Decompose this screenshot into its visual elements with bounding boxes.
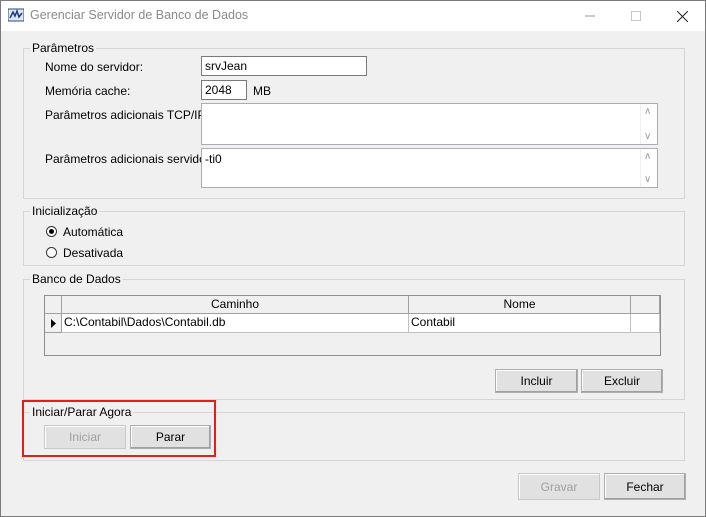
gravar-button[interactable]: Gravar: [518, 473, 600, 500]
servidor-label: Parâmetros adicionais servidor:: [45, 152, 214, 166]
incluir-button[interactable]: Incluir: [495, 369, 578, 393]
desativada-label[interactable]: Desativada: [63, 246, 123, 260]
memoria-cache-input[interactable]: 2048: [201, 80, 247, 100]
column-header-caminho[interactable]: Caminho: [62, 296, 409, 314]
banco-grid[interactable]: Caminho Nome C:\Contabil\Dados\Contabil.…: [44, 295, 661, 356]
parametros-legend: Parâmetros: [32, 41, 95, 55]
dialog-window: Gerenciar Servidor de Banco de Dados Par…: [0, 0, 706, 517]
tcpip-textarea[interactable]: ∧ ∨: [201, 103, 658, 145]
radio-automatica[interactable]: [46, 226, 57, 237]
fechar-button[interactable]: Fechar: [604, 473, 686, 500]
close-button[interactable]: [659, 1, 705, 31]
close-icon: [676, 10, 688, 22]
banco-legend: Banco de Dados: [32, 272, 121, 286]
nome-servidor-input[interactable]: srvJean: [201, 56, 367, 76]
window-title: Gerenciar Servidor de Banco de Dados: [30, 8, 249, 22]
servidor-textarea[interactable]: -ti0 ∧ ∨: [201, 148, 658, 188]
current-row-arrow-icon: [51, 319, 56, 328]
iniciar-parar-legend: Iniciar/Parar Agora: [32, 405, 132, 419]
minimize-icon: [585, 15, 595, 17]
nome-servidor-label: Nome do servidor:: [45, 60, 144, 74]
column-header-empty: [631, 296, 660, 314]
app-icon: [8, 8, 24, 22]
scroll-down-icon: ∨: [644, 174, 652, 185]
table-cell-nome[interactable]: Contabil: [409, 314, 631, 333]
scroll-up-icon: ∧: [644, 151, 652, 162]
maximize-icon: [631, 11, 641, 21]
tcpip-label: Parâmetros adicionais TCP/IP:: [45, 108, 209, 122]
parar-button[interactable]: Parar: [130, 425, 211, 449]
automatica-label[interactable]: Automática: [63, 225, 123, 239]
tcpip-scrollbar[interactable]: ∧ ∨: [640, 104, 657, 144]
maximize-button[interactable]: [613, 1, 659, 31]
title-bar[interactable]: Gerenciar Servidor de Banco de Dados: [1, 1, 705, 31]
scroll-up-icon: ∧: [644, 106, 652, 117]
column-header-nome[interactable]: Nome: [409, 296, 631, 314]
table-cell-caminho[interactable]: C:\Contabil\Dados\Contabil.db: [62, 314, 409, 333]
minimize-button[interactable]: [567, 1, 613, 31]
excluir-button[interactable]: Excluir: [581, 369, 663, 393]
iniciar-button[interactable]: Iniciar: [44, 425, 126, 449]
scroll-down-icon: ∨: [644, 131, 652, 142]
row-indicator[interactable]: [45, 314, 62, 333]
radio-desativada[interactable]: [46, 247, 57, 258]
grid-corner: [45, 296, 62, 314]
inicializacao-legend: Inicialização: [32, 204, 98, 218]
servidor-value: -ti0: [205, 152, 222, 166]
memoria-unit-label: MB: [253, 84, 271, 98]
table-cell-empty[interactable]: [631, 314, 660, 333]
memoria-cache-label: Memória cache:: [45, 84, 131, 98]
servidor-scrollbar[interactable]: ∧ ∨: [640, 149, 657, 187]
